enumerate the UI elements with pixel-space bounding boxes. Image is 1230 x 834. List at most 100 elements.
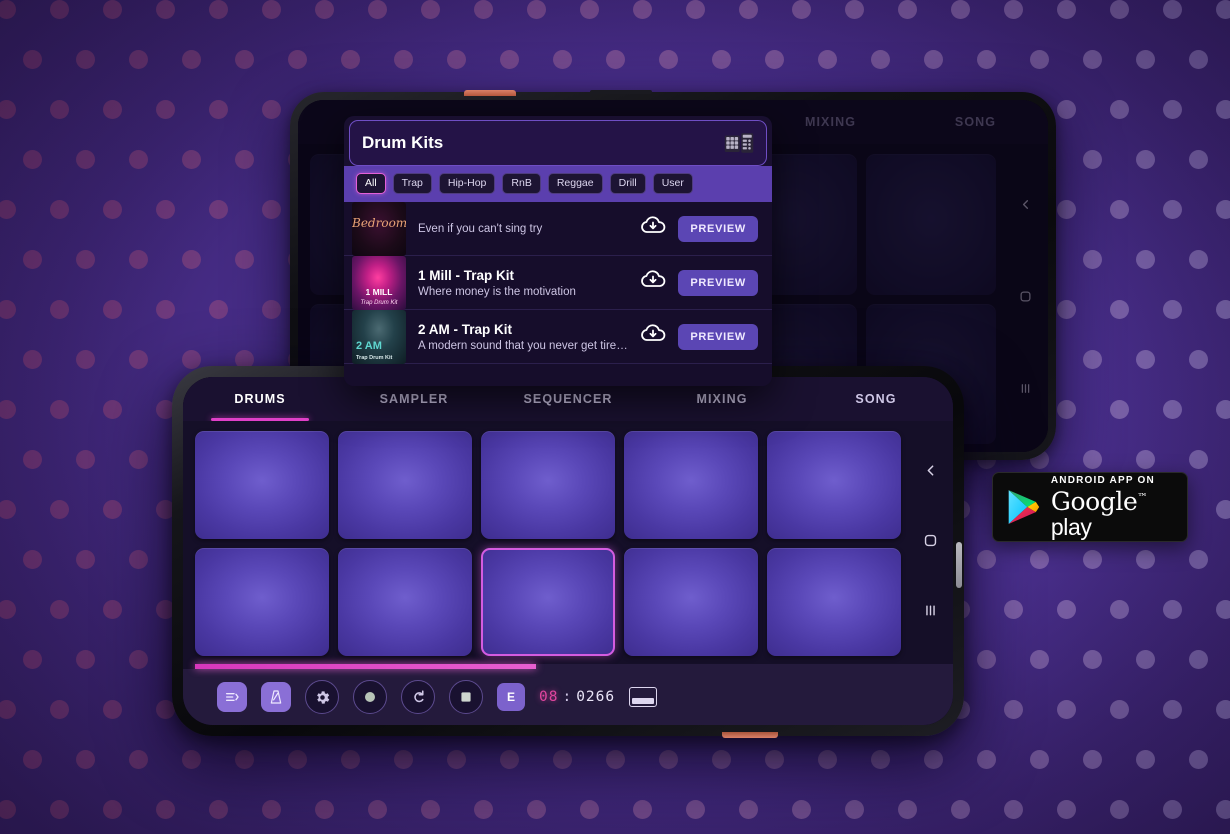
drum-machine-icon[interactable] [724, 132, 754, 154]
filter-chip-hip-hop[interactable]: Hip-Hop [438, 173, 496, 194]
kit-description: Where money is the motivation [418, 285, 576, 298]
back-phone-tab-mixing[interactable]: MIXING [758, 100, 903, 144]
key-badge[interactable]: E [497, 683, 525, 711]
keyboard-icon[interactable] [629, 687, 658, 707]
kit-meta: 1 Mill - Trap Kit Where money is the moti… [418, 268, 628, 298]
back-phone-tab-song[interactable]: SONG [903, 100, 1048, 144]
filter-chip-user[interactable]: User [652, 173, 693, 194]
back-phone-drum-pad-5[interactable] [866, 154, 996, 295]
kit-name: 2 AM - Trap Kit [418, 321, 513, 337]
record-button[interactable] [353, 680, 387, 714]
loop-icon [413, 689, 424, 702]
kit-description: Even if you can't sing try [418, 222, 543, 235]
kit-row[interactable]: 2 AM Trap Drum Kit 2 AM - Trap Kit A modern… [344, 309, 772, 364]
kit-meta: Even if you can't sing try [418, 223, 628, 235]
filter-chip-drill[interactable]: Drill [609, 173, 646, 194]
google-play-brand-play: play [1050, 513, 1092, 540]
back-phone-tab-mixing-label: MIXING [804, 115, 857, 129]
back-phone-top-accent [464, 90, 516, 96]
drum-pad-4[interactable] [624, 431, 758, 539]
front-phone-tab-drums[interactable]: DRUMS [183, 377, 337, 421]
drum-pad-2[interactable] [338, 431, 472, 539]
back-phone-top-button[interactable] [590, 90, 652, 94]
filter-chip-reggae[interactable]: Reggae [547, 173, 603, 194]
front-phone-pad-area [183, 421, 953, 664]
front-phone-device: DRUMS SAMPLER SEQUENCER MIXING SONG E 08… [172, 366, 964, 738]
drum-kits-list: Bedroom Even if you can't sing try PREVIEW… [344, 202, 772, 386]
home-icon[interactable] [922, 532, 939, 549]
front-phone-side-button[interactable] [956, 542, 962, 588]
drum-pad-9[interactable] [624, 548, 758, 656]
back-phone-tab-song-label: SONG [954, 115, 997, 129]
settings-button[interactable] [305, 680, 339, 714]
counter-secondary: 0266 [576, 689, 616, 705]
preview-button[interactable]: PREVIEW [678, 215, 758, 242]
drum-pad-8[interactable] [481, 548, 615, 656]
drum-kits-dialog: Drum Kits All Trap Hip-Hop RnB Reggae Dr… [344, 116, 772, 386]
kit-meta: 2 AM - Trap Kit A modern sound that you n… [418, 322, 628, 352]
front-phone-inner-bezel: DRUMS SAMPLER SEQUENCER MIXING SONG E 08… [183, 377, 953, 725]
front-phone-screen: DRUMS SAMPLER SEQUENCER MIXING SONG E 08… [183, 377, 953, 725]
recents-icon[interactable] [922, 602, 939, 619]
tab-label: SAMPLER [379, 392, 449, 406]
screenshot-stage: MIXING SONG Drum Kits All Trap Hip-Hop R… [0, 0, 1230, 834]
gear-icon [316, 690, 329, 704]
drum-pad-1[interactable] [195, 431, 329, 539]
drum-kits-header: Drum Kits [349, 120, 767, 166]
kit-row[interactable]: 1 MILL Trap Drum Kit 1 Mill - Trap Kit Wher… [344, 255, 772, 310]
front-phone-toolbar: E 08 : 0266 [183, 669, 953, 725]
tab-label: MIXING [696, 392, 748, 406]
playlist-button[interactable] [217, 682, 247, 712]
front-phone-bottom-accent [722, 732, 778, 738]
back-icon[interactable] [922, 462, 939, 479]
cloud-download-icon[interactable] [640, 270, 666, 295]
drum-pad-10[interactable] [767, 548, 901, 656]
google-play-brand: Google™ play [1050, 486, 1147, 540]
front-phone-pad-grid [183, 421, 907, 664]
kit-row[interactable]: Bedroom Even if you can't sing try PREVIEW [344, 202, 772, 256]
home-icon[interactable] [1018, 289, 1033, 304]
kit-artwork: 1 MILL Trap Drum Kit [352, 255, 406, 310]
kit-artwork: Bedroom [352, 202, 406, 256]
filter-chip-all[interactable]: All [356, 173, 386, 194]
playback-progress-bar[interactable] [195, 664, 953, 669]
counter-separator: : [562, 689, 573, 705]
bar-beat-counter: 08 : 0266 [539, 689, 615, 705]
kit-artwork: 2 AM Trap Drum Kit [352, 309, 406, 364]
playlist-icon [226, 693, 239, 701]
google-play-text: ANDROID APP ON Google™ play [1050, 474, 1173, 540]
kit-artwork-title: Bedroom [352, 215, 406, 230]
metronome-button[interactable] [261, 682, 291, 712]
google-play-brand-google: Google [1050, 486, 1138, 516]
playback-progress-fill [195, 664, 537, 669]
metronome-icon [270, 690, 282, 704]
back-phone-navbar [1002, 144, 1048, 452]
cloud-download-icon[interactable] [640, 216, 666, 241]
tab-label: DRUMS [234, 392, 286, 406]
kit-artwork-subtitle: Trap Drum Kit [360, 299, 398, 306]
google-play-badge[interactable]: ANDROID APP ON Google™ play [992, 472, 1188, 542]
tab-label: SEQUENCER [523, 392, 613, 406]
preview-button[interactable]: PREVIEW [678, 269, 758, 296]
drum-pad-5[interactable] [767, 431, 901, 539]
kit-name: 1 Mill - Trap Kit [418, 267, 515, 283]
stop-icon [461, 692, 471, 702]
cloud-download-icon[interactable] [640, 324, 666, 349]
preview-button[interactable]: PREVIEW [678, 323, 758, 350]
recents-icon[interactable] [1018, 381, 1033, 396]
drum-pad-6[interactable] [195, 548, 329, 656]
filter-chip-rnb[interactable]: RnB [502, 173, 541, 194]
filter-chip-trap[interactable]: Trap [392, 173, 432, 194]
drum-pad-7[interactable] [338, 548, 472, 656]
front-phone-tab-song[interactable]: SONG [799, 377, 953, 421]
google-play-top-line: ANDROID APP ON [1050, 474, 1155, 486]
loop-button[interactable] [401, 680, 435, 714]
back-icon[interactable] [1018, 197, 1033, 212]
drum-pad-3[interactable] [481, 431, 615, 539]
kit-artwork-title: 2 AM [356, 339, 382, 352]
drum-kits-title: Drum Kits [362, 133, 444, 152]
front-phone-navbar [907, 421, 953, 664]
drum-kits-filter-chips: All Trap Hip-Hop RnB Reggae Drill User [344, 166, 772, 202]
stop-button[interactable] [449, 680, 483, 714]
tab-label: SONG [855, 392, 897, 406]
